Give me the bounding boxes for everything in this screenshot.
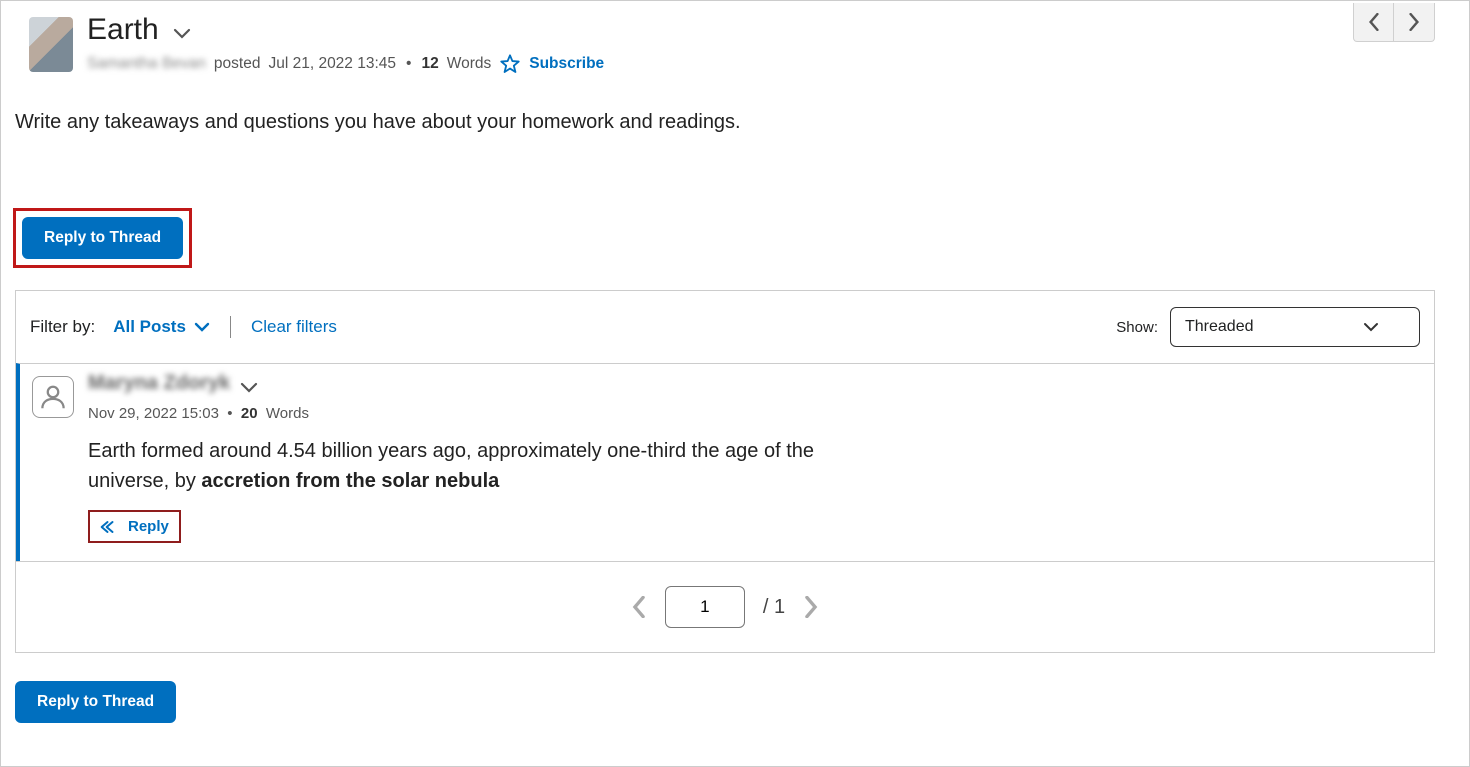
reply-author-row: Maryna Zdoryk: [88, 372, 1408, 395]
pager-next-button[interactable]: [803, 596, 819, 618]
filter-selected: All Posts: [113, 317, 186, 337]
chevron-down-icon: [240, 382, 258, 394]
reply-author-avatar: [32, 376, 74, 418]
show-block: Show: Threaded: [1116, 307, 1420, 347]
thread-word-count: 12: [421, 55, 438, 73]
next-thread-button[interactable]: [1394, 3, 1434, 41]
reply-text-bold: accretion from the solar nebula: [201, 470, 499, 492]
reply-word-count: 20: [241, 405, 258, 422]
pager-prev-button[interactable]: [631, 596, 647, 618]
separator-dot: •: [406, 55, 411, 73]
chevron-right-icon: [1407, 13, 1421, 31]
reply-arrows-icon: [100, 520, 120, 534]
reply-to-thread-button[interactable]: Reply to Thread: [22, 217, 183, 259]
reply-button[interactable]: Reply: [88, 510, 181, 543]
subscribe-star-icon[interactable]: [499, 53, 521, 75]
thread-actions-dropdown[interactable]: [173, 20, 191, 40]
subscribe-link[interactable]: Subscribe: [529, 55, 604, 73]
reply-to-thread-button-bottom[interactable]: Reply to Thread: [15, 681, 176, 723]
person-placeholder-icon: [38, 382, 68, 412]
filter-dropdown[interactable]: All Posts: [113, 317, 210, 337]
reply-item: Maryna Zdoryk Nov 29, 2022 15:03 • 20 Wo…: [16, 363, 1434, 561]
reply-words-label: Words: [266, 405, 309, 422]
show-select[interactable]: Threaded: [1170, 307, 1420, 347]
posted-date: Jul 21, 2022 13:45: [268, 55, 396, 73]
chevron-down-icon: [173, 28, 191, 40]
words-label: Words: [447, 55, 492, 73]
thread-author-avatar: [29, 17, 73, 72]
reply-meta: Nov 29, 2022 15:03 • 20 Words: [88, 405, 1408, 422]
vertical-divider: [230, 316, 231, 338]
reply-author-name: Maryna Zdoryk: [88, 372, 230, 395]
reply-button-label: Reply: [128, 518, 169, 535]
thread-title-row: Earth: [87, 13, 604, 47]
chevron-left-icon: [631, 596, 647, 618]
clear-filters-link[interactable]: Clear filters: [251, 317, 337, 337]
thread-body-text: Write any takeaways and questions you ha…: [13, 75, 1457, 134]
bottom-reply-wrap: Reply to Thread: [15, 681, 1457, 723]
thread-meta: Samantha Bevan posted Jul 21, 2022 13:45…: [87, 53, 604, 75]
reply-text: Earth formed around 4.54 billion years a…: [88, 436, 898, 496]
reply-actions-dropdown[interactable]: [240, 374, 258, 394]
reply-date: Nov 29, 2022 15:03: [88, 405, 219, 422]
star-outline-icon: [499, 53, 521, 75]
reply-thread-highlight: Reply to Thread: [13, 208, 192, 268]
replies-panel: Filter by: All Posts Clear filters Show:…: [15, 290, 1435, 653]
thread-header-text: Earth Samantha Bevan posted Jul 21, 2022…: [87, 13, 604, 75]
posted-prefix: posted: [214, 55, 261, 73]
pager-total: / 1: [763, 596, 785, 619]
discussion-thread-page: Earth Samantha Bevan posted Jul 21, 2022…: [0, 0, 1470, 767]
prev-thread-button[interactable]: [1354, 3, 1394, 41]
pager-current-input[interactable]: [665, 586, 745, 628]
thread-header: Earth Samantha Bevan posted Jul 21, 2022…: [13, 11, 1457, 75]
thread-title: Earth: [87, 13, 159, 47]
show-label: Show:: [1116, 319, 1158, 336]
chevron-down-icon: [194, 322, 210, 332]
chevron-down-icon: [1363, 322, 1379, 332]
reply-body: Maryna Zdoryk Nov 29, 2022 15:03 • 20 Wo…: [88, 372, 1408, 543]
thread-nav: [1353, 3, 1435, 42]
chevron-right-icon: [803, 596, 819, 618]
show-selected-value: Threaded: [1185, 318, 1254, 336]
filter-bar: Filter by: All Posts Clear filters Show:…: [16, 291, 1434, 363]
thread-author-name: Samantha Bevan: [87, 55, 206, 73]
pager: / 1: [16, 561, 1434, 652]
filter-label: Filter by:: [30, 317, 95, 337]
chevron-left-icon: [1367, 13, 1381, 31]
